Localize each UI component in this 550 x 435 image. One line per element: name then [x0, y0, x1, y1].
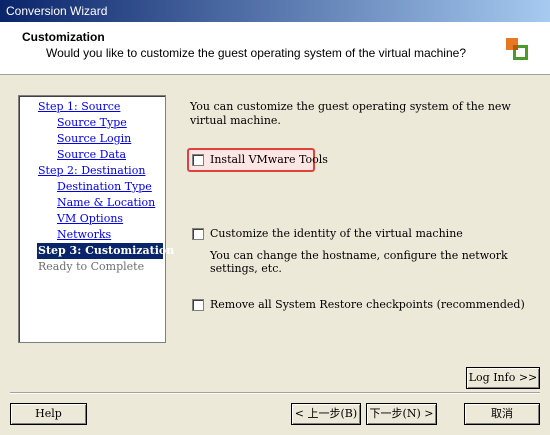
- checkbox-box[interactable]: [192, 227, 204, 240]
- step-item: Ready to Complete: [38, 260, 145, 273]
- step-item[interactable]: Destination Type: [19, 179, 165, 195]
- wizard-header: Customization Would you like to customiz…: [0, 22, 550, 75]
- step-item[interactable]: Source Login: [19, 131, 165, 147]
- identity-description: You can change the hostname, configure t…: [210, 249, 508, 275]
- step-item[interactable]: Networks: [19, 227, 165, 243]
- step-item[interactable]: VM Options: [19, 211, 165, 227]
- intro-text: You can customize the guest operating sy…: [190, 100, 511, 127]
- page-subtitle: Would you like to customize the guest op…: [46, 46, 466, 60]
- step-item[interactable]: Source Data: [19, 147, 165, 163]
- step-item[interactable]: Name & Location: [19, 195, 165, 211]
- remove-restore-checkbox[interactable]: Remove all System Restore checkpoints (r…: [192, 298, 525, 311]
- checkbox-box[interactable]: [192, 298, 204, 311]
- wizard-steps-panel: Step 1: Source Source Type Source Login Sou…: [18, 95, 175, 343]
- footer-divider: [10, 392, 540, 394]
- step-item[interactable]: Step 1: Source: [19, 99, 165, 115]
- cancel-button[interactable]: 取消: [464, 403, 540, 425]
- step-item: Step 3: Customization: [37, 243, 175, 259]
- next-button[interactable]: 下一步(N) >: [366, 403, 437, 425]
- window-title-bar: Conversion Wizard: [0, 0, 550, 22]
- help-button[interactable]: Help: [10, 403, 87, 425]
- window-title: Conversion Wizard: [6, 4, 108, 18]
- remove-restore-label[interactable]: Remove all System Restore checkpoints (r…: [210, 298, 525, 311]
- checkbox-box[interactable]: [192, 153, 204, 166]
- customize-identity-label[interactable]: Customize the identity of the virtual ma…: [210, 227, 463, 240]
- step-item[interactable]: Source Type: [19, 115, 165, 131]
- back-button[interactable]: < 上一步(B): [291, 403, 361, 425]
- customize-identity-checkbox[interactable]: Customize the identity of the virtual ma…: [192, 227, 463, 240]
- install-vmware-tools-checkbox[interactable]: Install VMware Tools: [192, 153, 328, 166]
- log-info-button[interactable]: Log Info >>: [466, 367, 540, 389]
- page-title: Customization: [22, 30, 105, 44]
- step-item[interactable]: Step 2: Destination: [19, 163, 165, 179]
- vmware-logo-icon: [505, 37, 529, 61]
- install-vmware-tools-label[interactable]: Install VMware Tools: [210, 153, 328, 166]
